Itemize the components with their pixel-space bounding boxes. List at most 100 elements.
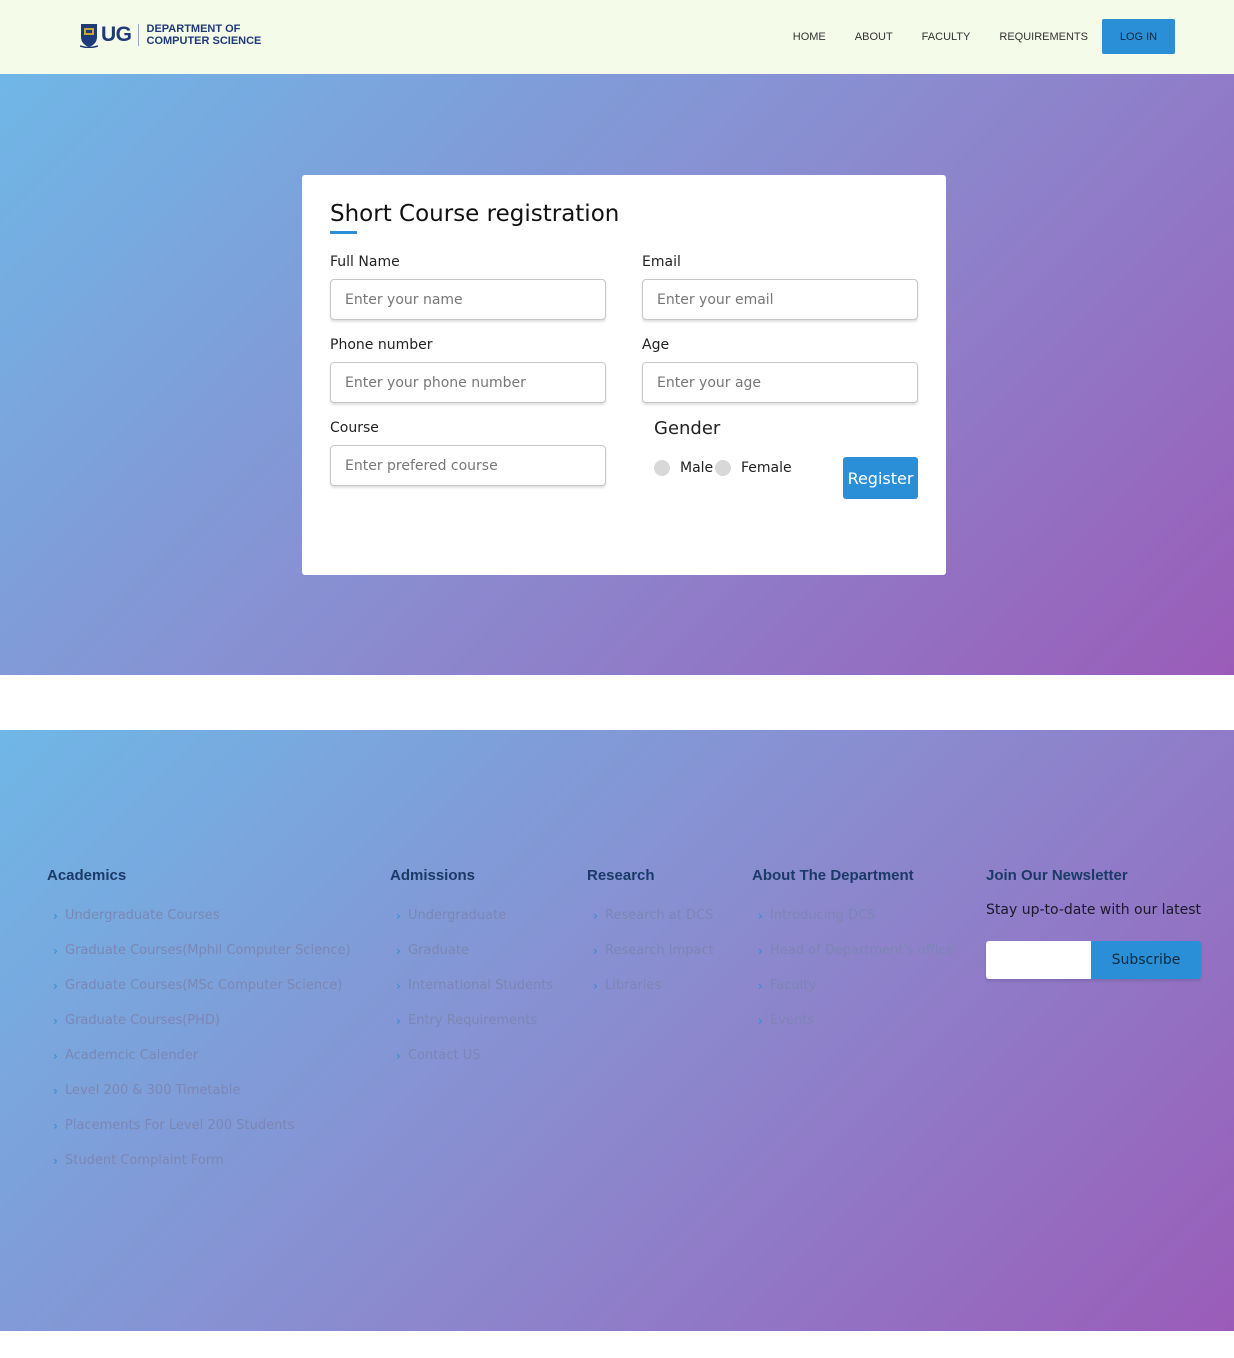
gender-female-radio[interactable] [715, 460, 731, 476]
footer-link-text: Undergraduate [408, 908, 507, 923]
footer-link[interactable]: › Academcic Calender [47, 1038, 351, 1073]
age-label: Age [642, 337, 670, 353]
chevron-right-icon: › [396, 978, 401, 993]
footer-link[interactable]: › Libraries [587, 968, 714, 1003]
footer-link-text: Research at DCS [605, 908, 714, 923]
footer-link-text: Events [770, 1013, 815, 1028]
nav-home-link[interactable]: HOME [793, 31, 826, 43]
gender-title: Gender [654, 418, 721, 439]
login-button[interactable]: LOG IN [1102, 19, 1175, 54]
chevron-right-icon: › [53, 978, 58, 993]
footer-admissions-heading: Admissions [390, 867, 476, 884]
footer: Academics › Undergraduate Courses › Gradua… [0, 730, 1234, 1331]
footer-link-text: Libraries [605, 978, 662, 993]
footer-link[interactable]: › Faculty [752, 968, 954, 1003]
nav-requirements-link[interactable]: REQUIREMENTS [999, 31, 1088, 43]
chevron-right-icon: › [53, 908, 58, 923]
footer-link[interactable]: › Entry Requirements [390, 1003, 553, 1038]
chevron-right-icon: › [593, 978, 598, 993]
chevron-right-icon: › [396, 1013, 401, 1028]
navbar: UG DEPARTMENT OF COMPUTER SCIENCE HOME A… [0, 0, 1234, 74]
newsletter-text: Stay up-to-date with our latest [986, 902, 1202, 918]
footer-link[interactable]: › Introducing DCS [752, 898, 954, 933]
footer-link[interactable]: › Graduate Courses(PHD) [47, 1003, 351, 1038]
form-title: Short Course registration [330, 201, 620, 227]
chevron-right-icon: › [758, 978, 763, 993]
footer-link-text: Level 200 & 300 Timetable [65, 1083, 241, 1098]
footer-link-text: Research Impact [605, 943, 714, 958]
footer-academics-list: › Undergraduate Courses › Graduate Courses… [47, 898, 351, 1178]
chevron-right-icon: › [53, 1153, 58, 1168]
footer-link-text: Graduate Courses(MSc Computer Science) [65, 978, 343, 993]
footer-link-text: Introducing DCS [770, 908, 876, 923]
footer-link-text: Faculty [770, 978, 817, 993]
footer-link[interactable]: › Undergraduate Courses [47, 898, 351, 933]
footer-academics-column: Academics › Undergraduate Courses › Gradua… [47, 867, 351, 1178]
footer-admissions-column: Admissions › Undergraduate › Graduate › Int… [390, 867, 553, 1073]
full-name-input[interactable] [330, 279, 606, 320]
footer-link-text: Entry Requirements [408, 1013, 538, 1028]
footer-link[interactable]: › Undergraduate [390, 898, 553, 933]
footer-link-text: Student Complaint Form [65, 1153, 224, 1168]
footer-link[interactable]: › Research at DCS [587, 898, 714, 933]
footer-link[interactable]: › Placements For Level 200 Students [47, 1108, 351, 1143]
footer-link[interactable]: › Head of Department's office [752, 933, 954, 968]
footer-link[interactable]: › Contact US [390, 1038, 553, 1073]
footer-academics-heading: Academics [47, 867, 127, 884]
newsletter-heading: Join Our Newsletter [986, 867, 1128, 884]
footer-newsletter-column: Join Our Newsletter Stay up-to-date with… [986, 867, 1201, 979]
chevron-right-icon: › [53, 1118, 58, 1133]
footer-link[interactable]: › Level 200 & 300 Timetable [47, 1073, 351, 1108]
chevron-right-icon: › [396, 1048, 401, 1063]
newsletter-email-input[interactable] [986, 941, 1091, 979]
logo-divider [137, 24, 139, 46]
chevron-right-icon: › [53, 1048, 58, 1063]
gender-male-label: Male [680, 460, 714, 476]
chevron-right-icon: › [396, 943, 401, 958]
course-label: Course [330, 420, 379, 436]
logo-department-text: DEPARTMENT OF COMPUTER SCIENCE [147, 23, 262, 47]
chevron-right-icon: › [53, 1083, 58, 1098]
main-nav: HOME ABOUT FACULTY REQUIREMENTS LOG IN [793, 19, 1175, 54]
footer-link[interactable]: › Graduate Courses(Mphil Computer Science… [47, 933, 351, 968]
footer-link-text: Graduate [408, 943, 469, 958]
phone-label: Phone number [330, 337, 433, 353]
footer-about-list: › Introducing DCS › Head of Department's o… [752, 898, 954, 1038]
newsletter-form: Subscribe [986, 941, 1201, 979]
chevron-right-icon: › [593, 943, 598, 958]
registration-card: Short Course registration Full Name Emai… [302, 175, 946, 575]
footer-link[interactable]: › Student Complaint Form [47, 1143, 351, 1178]
chevron-right-icon: › [758, 1013, 763, 1028]
footer-link-text: Academcic Calender [65, 1048, 199, 1063]
footer-link[interactable]: › Graduate Courses(MSc Computer Science) [47, 968, 351, 1003]
footer-admissions-list: › Undergraduate › Graduate › International … [390, 898, 553, 1073]
footer-link-text: International Students [408, 978, 554, 993]
phone-input[interactable] [330, 362, 606, 403]
footer-research-column: Research › Research at DCS › Research Impa… [587, 867, 714, 1003]
logo-ug-text: UG [101, 23, 132, 46]
register-button[interactable]: Register [843, 457, 918, 499]
footer-about-heading: About The Department [752, 867, 914, 884]
age-input[interactable] [642, 362, 918, 403]
footer-link[interactable]: › Events [752, 1003, 954, 1038]
gender-male-radio[interactable] [654, 460, 670, 476]
footer-research-heading: Research [587, 867, 655, 884]
footer-link[interactable]: › Research Impact [587, 933, 714, 968]
nav-faculty-link[interactable]: FACULTY [922, 31, 971, 43]
email-input[interactable] [642, 279, 918, 320]
footer-link[interactable]: › Graduate [390, 933, 553, 968]
footer-research-list: › Research at DCS › Research Impact › Libra… [587, 898, 714, 1003]
course-input[interactable] [330, 445, 606, 486]
nav-about-link[interactable]: ABOUT [855, 31, 893, 43]
footer-link-text: Graduate Courses(PHD) [65, 1013, 220, 1028]
subscribe-button[interactable]: Subscribe [1091, 941, 1201, 979]
department-logo[interactable]: UG DEPARTMENT OF COMPUTER SCIENCE [80, 20, 261, 50]
logo-line-1: DEPARTMENT OF [146, 23, 241, 35]
chevron-right-icon: › [758, 943, 763, 958]
chevron-right-icon: › [758, 908, 763, 923]
footer-link[interactable]: › International Students [390, 968, 553, 1003]
footer-about-column: About The Department › Introducing DCS › H… [752, 867, 954, 1038]
gender-female-label: Female [741, 460, 792, 476]
footer-link-text: Undergraduate Courses [65, 908, 220, 923]
footer-link-text: Contact US [408, 1048, 481, 1063]
